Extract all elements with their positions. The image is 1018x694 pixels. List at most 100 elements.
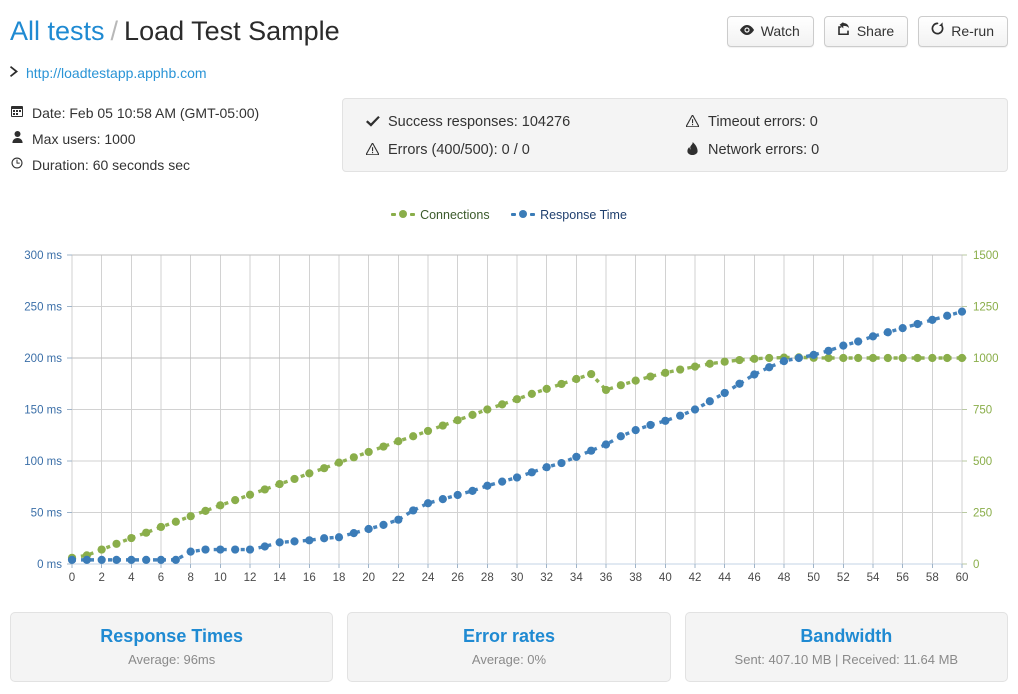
svg-text:24: 24	[422, 572, 435, 582]
card-error-rates[interactable]: Error rates Average: 0%	[347, 612, 671, 682]
stat-errors-text: Errors (400/500): 0 / 0	[388, 142, 530, 158]
svg-text:44: 44	[718, 572, 731, 582]
svg-text:0: 0	[973, 559, 979, 571]
svg-text:100 ms: 100 ms	[24, 456, 62, 468]
svg-text:1000: 1000	[973, 353, 999, 365]
svg-text:12: 12	[244, 572, 257, 582]
breadcrumb-separator: /	[110, 16, 119, 46]
chevron-right-icon	[10, 63, 19, 83]
header-action-buttons: Watch Share Re-run	[726, 16, 1008, 47]
re-run-button[interactable]: Re-run	[918, 16, 1008, 47]
share-button-label: Share	[856, 23, 895, 39]
share-icon	[837, 22, 850, 40]
svg-text:36: 36	[600, 572, 613, 582]
watch-button-label: Watch	[760, 23, 800, 39]
meta-duration-text: Duration: 60 seconds sec	[32, 157, 190, 173]
page-header: All tests / Load Test Sample Watch Share R…	[0, 14, 1018, 60]
chart-legend: Connections Response Time	[0, 207, 1018, 222]
svg-text:46: 46	[748, 572, 761, 582]
svg-text:300 ms: 300 ms	[24, 250, 62, 262]
eye-icon	[739, 22, 754, 40]
svg-text:1500: 1500	[973, 250, 999, 262]
warning-icon	[685, 113, 700, 130]
calendar-icon	[10, 100, 24, 126]
svg-text:0: 0	[69, 572, 75, 582]
meta-date-text: Date: Feb 05 10:58 AM (GMT-05:00)	[32, 105, 260, 121]
svg-text:48: 48	[778, 572, 791, 582]
svg-text:50 ms: 50 ms	[31, 508, 63, 520]
legend-item-response-time[interactable]: Response Time	[511, 208, 627, 222]
svg-text:32: 32	[540, 572, 553, 582]
svg-text:58: 58	[926, 572, 939, 582]
user-icon	[10, 126, 24, 152]
card-bandwidth[interactable]: Bandwidth Sent: 407.10 MB | Received: 11…	[684, 612, 1008, 682]
test-url-link[interactable]: http://loadtestapp.apphb.com	[26, 63, 207, 83]
svg-text:22: 22	[392, 572, 405, 582]
svg-text:56: 56	[896, 572, 909, 582]
svg-text:52: 52	[837, 572, 850, 582]
breadcrumb: All tests / Load Test Sample	[10, 14, 340, 48]
svg-text:250: 250	[973, 508, 992, 520]
svg-text:54: 54	[867, 572, 880, 582]
svg-text:34: 34	[570, 572, 583, 582]
stat-timeout-errors: Timeout errors: 0	[685, 108, 1007, 136]
card-response-times[interactable]: Response Times Average: 96ms	[10, 612, 334, 682]
svg-text:200 ms: 200 ms	[24, 353, 62, 365]
page-title: Load Test Sample	[124, 16, 340, 46]
svg-text:6: 6	[158, 572, 164, 582]
summary-stats-panel: Success responses: 104276 Timeout errors…	[342, 98, 1008, 172]
svg-text:50: 50	[807, 572, 820, 582]
chart-plot-area: 0 ms 50 ms 100 ms 150 ms 200 ms 250 ms 300 ms 0…	[0, 222, 1018, 582]
svg-text:0 ms: 0 ms	[37, 559, 62, 571]
legend-swatch-connections	[391, 210, 416, 219]
svg-text:14: 14	[273, 572, 286, 582]
check-icon	[365, 115, 380, 130]
svg-text:18: 18	[333, 572, 346, 582]
summary-cards: Response Times Average: 96ms Error rates…	[0, 612, 1018, 682]
svg-text:16: 16	[303, 572, 316, 582]
stat-errors: Errors (400/500): 0 / 0	[365, 136, 685, 164]
svg-text:30: 30	[511, 572, 524, 582]
watch-button[interactable]: Watch	[726, 16, 814, 47]
svg-text:150 ms: 150 ms	[24, 405, 62, 417]
meta-item-date: Date: Feb 05 10:58 AM (GMT-05:00)	[10, 100, 330, 126]
card-bandwidth-subtitle: Sent: 407.10 MB | Received: 11.64 MB	[734, 652, 959, 667]
svg-text:10: 10	[214, 572, 227, 582]
svg-text:28: 28	[481, 572, 494, 582]
chart-svg: 0 ms 50 ms 100 ms 150 ms 200 ms 250 ms 300 ms 0…	[24, 250, 999, 582]
share-button[interactable]: Share	[823, 16, 909, 47]
fire-icon	[685, 142, 700, 158]
svg-text:38: 38	[629, 572, 642, 582]
stat-success-responses: Success responses: 104276	[365, 108, 685, 136]
svg-text:750: 750	[973, 405, 992, 417]
timeseries-chart: Connections Response Time 0 ms 50 ms 100 m…	[0, 196, 1018, 592]
stat-network-errors: Network errors: 0	[685, 136, 1007, 164]
meta-item-duration: Duration: 60 seconds sec	[10, 152, 330, 178]
card-error-rates-title: Error rates	[462, 626, 556, 646]
breadcrumb-all-tests-link[interactable]: All tests	[10, 16, 105, 46]
legend-label-connections: Connections	[420, 207, 490, 222]
load-test-report-page: All tests / Load Test Sample Watch Share R…	[0, 0, 1018, 694]
legend-label-response-time: Response Time	[540, 207, 627, 222]
svg-text:2: 2	[98, 572, 104, 582]
legend-item-connections[interactable]: Connections	[391, 208, 490, 222]
card-response-times-subtitle: Average: 96ms	[128, 652, 216, 667]
svg-text:1250: 1250	[973, 302, 999, 314]
meta-max-users-text: Max users: 1000	[32, 131, 136, 147]
svg-text:250 ms: 250 ms	[24, 302, 62, 314]
svg-text:26: 26	[451, 572, 464, 582]
legend-swatch-response-time	[511, 210, 536, 219]
svg-text:42: 42	[689, 572, 702, 582]
re-run-button-label: Re-run	[951, 23, 994, 39]
refresh-icon	[931, 22, 944, 40]
svg-text:500: 500	[973, 456, 992, 468]
card-error-rates-subtitle: Average: 0%	[471, 652, 547, 667]
svg-text:60: 60	[956, 572, 969, 582]
card-bandwidth-title: Bandwidth	[800, 626, 893, 646]
card-response-times-title: Response Times	[100, 626, 244, 646]
svg-text:8: 8	[187, 572, 193, 582]
meta-item-max-users: Max users: 1000	[10, 126, 330, 152]
svg-text:40: 40	[659, 572, 672, 582]
svg-text:4: 4	[128, 572, 135, 582]
svg-text:20: 20	[362, 572, 375, 582]
